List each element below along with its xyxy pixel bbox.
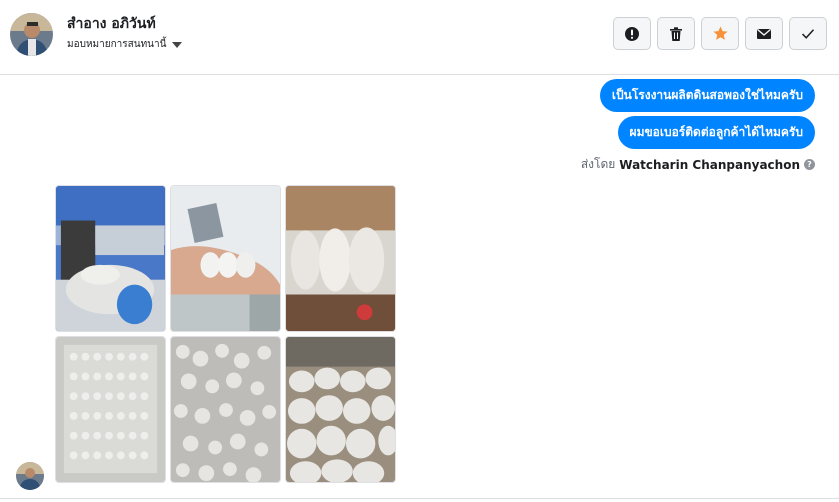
mark-unread-button[interactable] [745,17,783,50]
outgoing-message[interactable]: ผมขอเบอร์ติดต่อลูกค้าได้ไหมครับ [617,116,815,149]
photo-attachment[interactable] [285,336,396,483]
trash-icon [670,26,682,41]
star-button[interactable] [701,17,739,50]
photo-attachment[interactable] [170,336,281,483]
caret-down-icon [172,41,183,48]
conversation-actions [613,17,827,50]
assign-label: มอบหมายการสนทนานี้ [67,39,167,50]
message-composer-divider [0,498,839,502]
exclamation-icon [625,26,639,41]
sent-by-prefix: ส่งโดย [580,157,616,171]
help-icon[interactable]: ? [804,159,815,170]
sent-by-label: ส่งโดย Watcharin Chanpanyachon ? [581,155,815,174]
photo-attachment[interactable] [55,185,166,332]
envelope-icon [757,28,771,39]
photo-attachment[interactable] [55,336,166,483]
contact-avatar[interactable] [10,13,53,56]
star-icon [712,26,728,40]
check-icon [801,28,815,39]
conversation-header: สำอาง อภิวันท์ มอบหมายการสนทนานี้ [0,0,839,75]
outgoing-message[interactable]: เป็นโรงงานผลิตดินสอพองใช่ไหมครับ [599,79,815,112]
assign-conversation-dropdown[interactable]: มอบหมายการสนทนานี้ [67,37,183,52]
contact-avatar-small [16,462,44,490]
delete-button[interactable] [657,17,695,50]
image-attachment-grid [55,185,396,483]
contact-name: สำอาง อภิวันท์ [67,16,156,32]
photo-attachment[interactable] [170,185,281,332]
mark-spam-button[interactable] [613,17,651,50]
mark-done-button[interactable] [789,17,827,50]
sender-name: Watcharin Chanpanyachon [619,157,800,172]
photo-attachment[interactable] [285,185,396,332]
